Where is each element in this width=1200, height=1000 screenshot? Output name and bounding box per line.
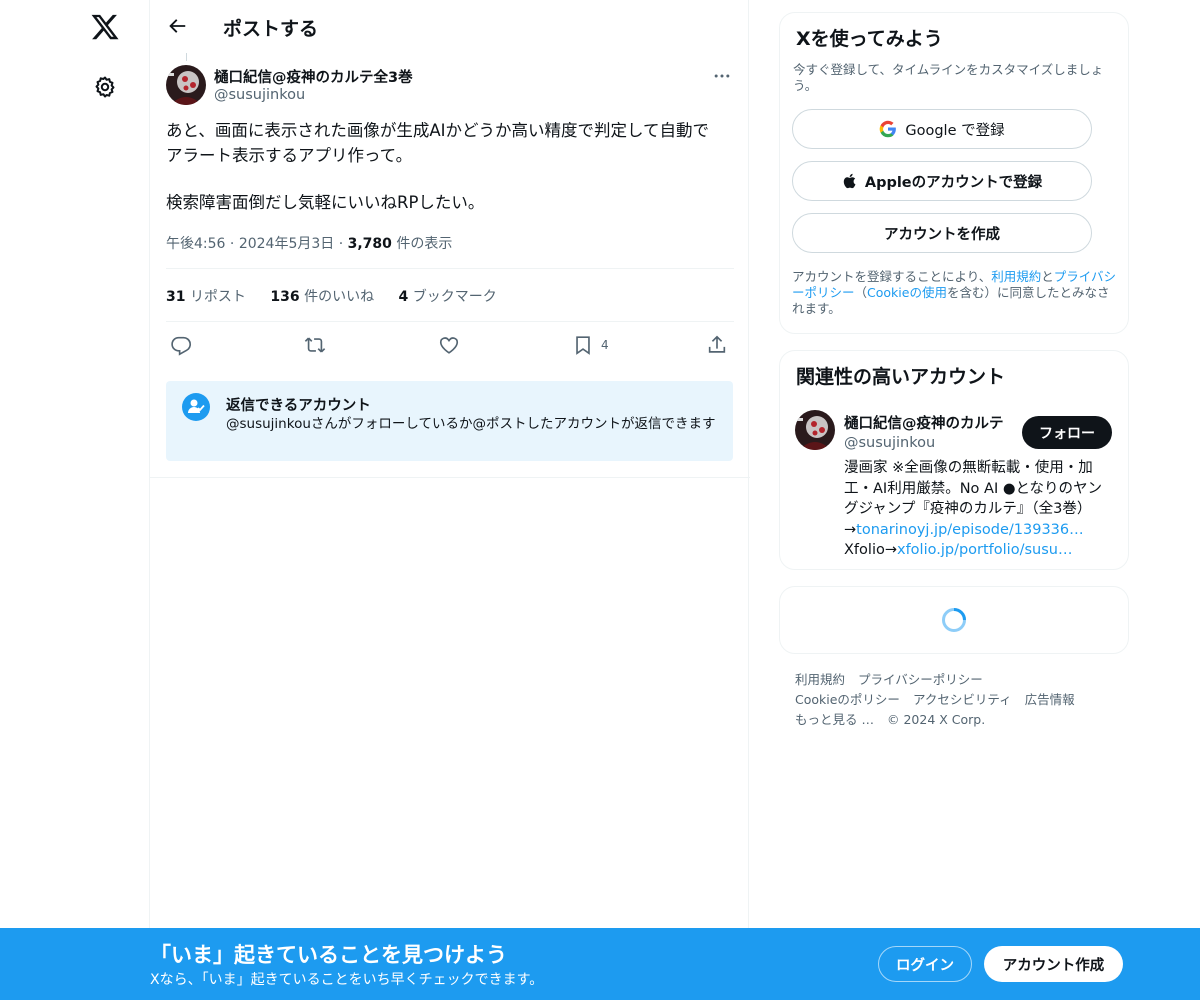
terms-link[interactable]: 利用規約 (991, 269, 1041, 284)
post-meta: 午後4:56 · 2024年5月3日 · 3,780 件の表示 (166, 236, 453, 252)
signup-card: Xを使ってみよう 今すぐ登録して、タイムラインをカスタマイズしましょう。 Goo… (779, 12, 1129, 334)
heart-icon (439, 337, 459, 354)
thread-line (186, 53, 187, 61)
bookmark-button[interactable]: 4 (572, 334, 609, 356)
google-signup-label: Google で登録 (905, 122, 1005, 139)
post-actions: 4 (166, 332, 734, 358)
reply-button[interactable] (170, 334, 192, 356)
banner-title: 「いま」起きていることを見つけよう (150, 943, 507, 967)
reply-icon (171, 336, 192, 356)
cookie-link[interactable]: Cookieの使用 (867, 285, 947, 300)
apple-signup-label: Appleのアカウントで登録 (864, 174, 1043, 191)
x-logo-icon[interactable] (90, 12, 120, 42)
divider (150, 477, 750, 478)
post-text-line: あと、画面に表示された画像が生成AIかどうか高い精度で判定して自動で (166, 121, 709, 140)
login-button[interactable]: ログイン (878, 946, 972, 982)
loading-spinner-icon (942, 608, 966, 632)
views-count: 3,780 (347, 236, 392, 252)
footer-ads-link[interactable]: 広告情報 (1025, 692, 1075, 707)
author-name[interactable]: 樋口紀信@疫神のカルテ全3巻 (214, 66, 413, 87)
avatar[interactable] (166, 65, 206, 105)
banner-subtitle: Xなら、「いま」起きていることをいち早くチェックできます。 (150, 972, 544, 988)
author-handle[interactable]: @susujinkou (214, 87, 305, 103)
related-account-handle[interactable]: @susujinkou (844, 435, 935, 451)
post-text-line: アラート表示するアプリ作って。 (166, 146, 413, 165)
reply-restriction-title: 返信できるアカウント (226, 398, 371, 414)
signup-terms: アカウントを登録することにより、利用規約とプライバシーポリシー（Cookieの使… (792, 269, 1117, 316)
related-account-name[interactable]: 樋口紀信@疫神のカルテ (844, 412, 1014, 433)
views-label: 件の表示 (396, 236, 453, 252)
gear-icon[interactable] (93, 75, 117, 99)
follow-button[interactable]: フォロー (1022, 416, 1112, 449)
google-signup-button[interactable]: Google で登録 (792, 109, 1092, 149)
divider (166, 321, 734, 322)
page-title: ポストする (223, 18, 319, 40)
footer-cookie-link[interactable]: Cookieのポリシー (795, 692, 900, 707)
post-date[interactable]: 2024年5月3日 (239, 236, 334, 252)
related-card-title: 関連性の高いアカウント (796, 366, 1006, 388)
like-button[interactable] (438, 334, 460, 356)
create-account-button[interactable]: アカウントを作成 (792, 213, 1092, 253)
footer: 利用規約 プライバシーポリシー Cookieのポリシー アクセシビリティ 広告情報 も… (795, 670, 1125, 730)
bookmark-count: 4 (601, 338, 609, 352)
apple-icon (843, 173, 856, 189)
post-time[interactable]: 午後4:56 (166, 236, 225, 252)
bio-link-xfolio[interactable]: xfolio.jp/portfolio/susu… (897, 542, 1072, 558)
reposts-stat[interactable]: 31 リポスト (166, 289, 246, 305)
footer-terms-link[interactable]: 利用規約 (795, 672, 845, 687)
left-nav (0, 0, 150, 1000)
post-stats: 31 リポスト 136 件のいいね 4 ブックマーク (166, 286, 517, 306)
google-icon (880, 120, 897, 138)
page-header: ポストする (150, 0, 750, 53)
create-account-label: アカウントを作成 (884, 226, 1000, 243)
related-accounts-card: 関連性の高いアカウント 樋口紀信@疫神のカルテ @susujinkou フォロー… (779, 350, 1129, 570)
share-icon (708, 335, 726, 353)
share-button[interactable] (706, 334, 728, 356)
bookmarks-stat[interactable]: 4 ブックマーク (399, 289, 497, 305)
avatar[interactable] (795, 410, 835, 450)
more-options-icon[interactable] (712, 66, 732, 86)
likes-stat[interactable]: 136 件のいいね (270, 289, 374, 305)
repost-button[interactable] (304, 334, 326, 356)
signup-banner: 「いま」起きていることを見つけよう Xなら、「いま」起きていることをいち早くチェ… (0, 928, 1200, 1000)
bookmark-icon (576, 336, 590, 355)
apple-signup-button[interactable]: Appleのアカウントで登録 (792, 161, 1092, 201)
back-arrow-icon[interactable] (166, 15, 188, 37)
post-text: あと、画面に表示された画像が生成AIかどうか高い精度で判定して自動で アラート表… (166, 118, 734, 215)
reply-restriction-text: @susujinkouさんがフォローしているか@ポストしたアカウントが返信できま… (226, 416, 716, 432)
signup-card-title: Xを使ってみよう (796, 28, 943, 50)
bio-link-tonarinoyj[interactable]: tonarinoyj.jp/episode/139336… (856, 522, 1083, 538)
reply-restriction-box: 返信できるアカウント @susujinkouさんがフォローしているか@ポストした… (166, 381, 733, 461)
reply-restriction-icon (182, 393, 210, 421)
divider (166, 268, 734, 269)
footer-more-link[interactable]: もっと見る … (795, 712, 874, 727)
post-text-line: 検索障害面倒だし気軽にいいねRPしたい。 (166, 193, 485, 212)
main-column: ポストする 樋口紀信@疫神のカルテ全3巻 @susujinkou あと、画面に表… (149, 0, 750, 1000)
footer-accessibility-link[interactable]: アクセシビリティ (913, 692, 1012, 707)
related-account-bio: 漫画家 ※全画像の無断転載・使用・加 工・AI利用厳禁。No AI ●となりのヤ… (844, 460, 1103, 558)
loading-card (779, 586, 1129, 654)
banner-create-account-button[interactable]: アカウント作成 (984, 946, 1123, 982)
footer-copyright: © 2024 X Corp. (886, 712, 986, 727)
footer-privacy-link[interactable]: プライバシーポリシー (858, 672, 983, 687)
signup-subtitle: 今すぐ登録して、タイムラインをカスタマイズしましょう。 (793, 62, 1104, 93)
repost-icon (304, 337, 326, 353)
